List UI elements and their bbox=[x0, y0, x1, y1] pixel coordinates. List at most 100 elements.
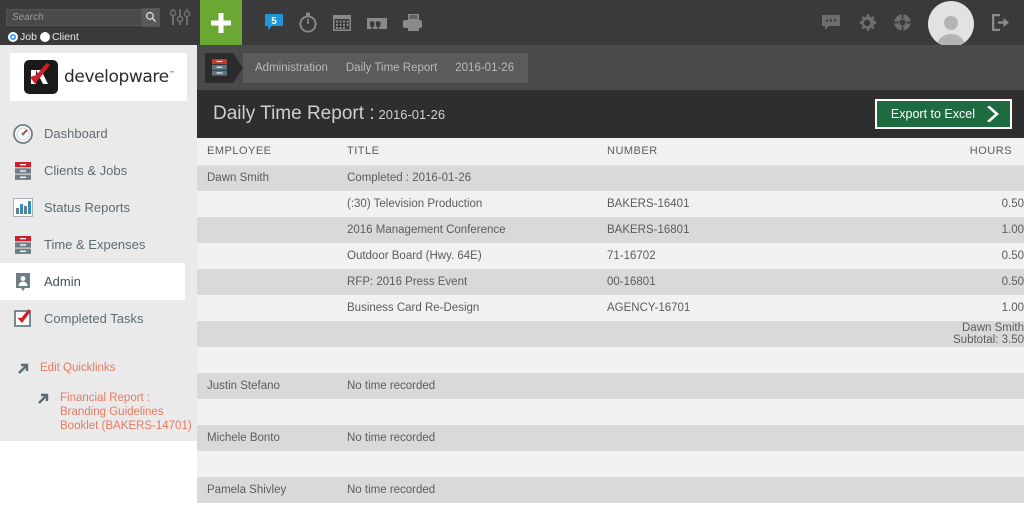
account-icons bbox=[821, 0, 1024, 47]
printer-icon bbox=[403, 14, 422, 31]
search-scope-radios: Job Client bbox=[6, 31, 194, 43]
employee-link[interactable]: Dawn Smith bbox=[197, 165, 337, 191]
sidebar-item-dashboard[interactable]: Dashboard bbox=[0, 115, 197, 152]
report-date: 2016-01-26 bbox=[378, 106, 446, 122]
sidebar-item-completed-tasks-label: Completed Tasks bbox=[44, 311, 144, 326]
sidebar-item-time-expenses[interactable]: Time & Expenses bbox=[0, 226, 197, 263]
brand-name: developware™ bbox=[64, 67, 175, 87]
breadcrumb-item-daily-time-report[interactable]: Daily Time Report bbox=[333, 52, 454, 83]
breadcrumb-item-administration[interactable]: Administration bbox=[243, 52, 344, 83]
quicklink-financial-report-label: Financial Report : Branding Guidelines B… bbox=[60, 392, 192, 432]
export-to-excel-button[interactable]: Export to Excel bbox=[874, 99, 1012, 129]
check-logo-icon bbox=[24, 60, 58, 94]
arrow-up-right-icon bbox=[36, 391, 52, 411]
quicklinks-section: Edit Quicklinks Financial Report : Brand… bbox=[0, 361, 197, 433]
table-row: Pamela Shivley No time recorded bbox=[197, 477, 1024, 503]
search-button[interactable] bbox=[142, 7, 161, 27]
add-new-button[interactable] bbox=[200, 0, 242, 45]
number-cell bbox=[597, 347, 927, 373]
title-cell bbox=[337, 399, 597, 425]
breadcrumb-item-date[interactable]: 2016-01-26 bbox=[443, 52, 529, 83]
employee-cell bbox=[197, 295, 337, 321]
number-link[interactable]: BAKERS-16801 bbox=[597, 217, 927, 243]
radio-job-label: Job bbox=[20, 31, 37, 43]
employee-link[interactable]: Pamela Shivley bbox=[197, 477, 337, 503]
number-link[interactable]: BAKERS-16401 bbox=[597, 191, 927, 217]
column-header-title: TITLE bbox=[337, 138, 597, 166]
edit-quicklinks-link[interactable]: Edit Quicklinks bbox=[16, 361, 197, 381]
search-icon bbox=[145, 11, 156, 23]
employee-cell bbox=[197, 321, 337, 347]
cabinet-button[interactable] bbox=[366, 15, 388, 31]
logout-button[interactable] bbox=[990, 13, 1010, 32]
subtotal-value: Dawn Smith Subtotal: 3.50 bbox=[927, 321, 1024, 347]
hours-cell: 0.50 bbox=[927, 243, 1024, 269]
hours-cell bbox=[927, 165, 1024, 191]
sidebar-item-clients-jobs[interactable]: Clients & Jobs bbox=[0, 152, 197, 189]
title-cell: No time recorded bbox=[337, 425, 597, 451]
title-link[interactable]: RFP: 2016 Press Event bbox=[337, 269, 597, 295]
title-link[interactable]: Outdoor Board (Hwy. 64E) bbox=[337, 243, 597, 269]
title-link[interactable]: (:30) Television Production bbox=[337, 191, 597, 217]
breadcrumb: Administration Daily Time Report 2016-01… bbox=[205, 52, 529, 83]
search-zone: Job Client bbox=[0, 0, 200, 45]
table-row: 2016 Management Conference BAKERS-16801 1.… bbox=[197, 217, 1024, 243]
employee-link[interactable]: Justin Stefano bbox=[197, 373, 337, 399]
filter-settings-button[interactable] bbox=[166, 6, 194, 28]
employee-cell bbox=[197, 399, 337, 425]
search-row bbox=[6, 6, 194, 28]
daily-time-report-table: EMPLOYEE TITLE NUMBER HOURS Dawn Smith Co… bbox=[197, 138, 1024, 503]
export-to-excel-label: Export to Excel bbox=[890, 107, 975, 121]
title-link[interactable]: Business Card Re-Design bbox=[337, 295, 597, 321]
report-header: Daily Time Report : 2016-01-26 Export to… bbox=[197, 90, 1024, 138]
number-cell bbox=[597, 477, 927, 503]
print-button[interactable] bbox=[402, 13, 424, 32]
title-link[interactable]: 2016 Management Conference bbox=[337, 217, 597, 243]
filing-cabinet-icon bbox=[367, 17, 387, 29]
radio-client[interactable]: Client bbox=[39, 31, 79, 43]
column-header-employee: EMPLOYEE bbox=[197, 138, 337, 166]
radio-client-label: Client bbox=[51, 31, 79, 43]
sidebar-item-status-reports[interactable]: Status Reports bbox=[0, 189, 197, 226]
sidebar-item-completed-tasks[interactable]: Completed Tasks bbox=[0, 300, 197, 337]
quicklink-financial-report[interactable]: Financial Report : Branding Guidelines B… bbox=[16, 391, 197, 433]
timer-button[interactable] bbox=[298, 12, 318, 33]
hours-cell bbox=[927, 347, 1024, 373]
employee-cell bbox=[197, 269, 337, 295]
arrow-up-right-icon bbox=[16, 361, 32, 381]
page-title: Daily Time Report : bbox=[213, 103, 375, 124]
stopwatch-icon bbox=[299, 12, 317, 33]
settings-button[interactable] bbox=[857, 13, 877, 33]
radio-job-dot bbox=[8, 32, 18, 42]
avatar[interactable] bbox=[928, 0, 974, 47]
number-link[interactable]: 71-16702 bbox=[597, 243, 927, 269]
bar-chart-icon bbox=[12, 197, 34, 219]
edit-quicklinks-label: Edit Quicklinks bbox=[40, 362, 116, 374]
table-row: Justin Stefano No time recorded bbox=[197, 373, 1024, 399]
sidebar-item-admin[interactable]: Admin bbox=[0, 263, 185, 300]
employee-cell bbox=[197, 217, 337, 243]
chat-button[interactable] bbox=[821, 14, 841, 31]
table-row: Dawn Smith Completed : 2016-01-26 bbox=[197, 165, 1024, 191]
employee-cell bbox=[197, 191, 337, 217]
title-cell bbox=[337, 347, 597, 373]
number-cell bbox=[597, 165, 927, 191]
hours-cell bbox=[927, 425, 1024, 451]
message-count-badge: 5 bbox=[271, 16, 277, 27]
table-header-row: EMPLOYEE TITLE NUMBER HOURS bbox=[197, 138, 1024, 166]
messages-button[interactable]: 5 bbox=[264, 13, 284, 32]
help-globe-button[interactable] bbox=[893, 13, 912, 32]
radio-job[interactable]: Job bbox=[8, 31, 37, 43]
top-toolbar: Job Client 5 bbox=[0, 0, 1024, 47]
main-content: Administration Daily Time Report 2016-01… bbox=[197, 45, 1024, 506]
hours-cell: 0.50 bbox=[927, 191, 1024, 217]
number-link[interactable]: AGENCY-16701 bbox=[597, 295, 927, 321]
number-link[interactable]: 00-16801 bbox=[597, 269, 927, 295]
number-cell bbox=[597, 451, 927, 477]
employee-link[interactable]: Michele Bonto bbox=[197, 425, 337, 451]
calendar-button[interactable] bbox=[332, 13, 352, 33]
employee-cell bbox=[197, 347, 337, 373]
number-cell bbox=[597, 373, 927, 399]
search-input[interactable] bbox=[6, 8, 142, 26]
hours-cell: 1.00 bbox=[927, 295, 1024, 321]
